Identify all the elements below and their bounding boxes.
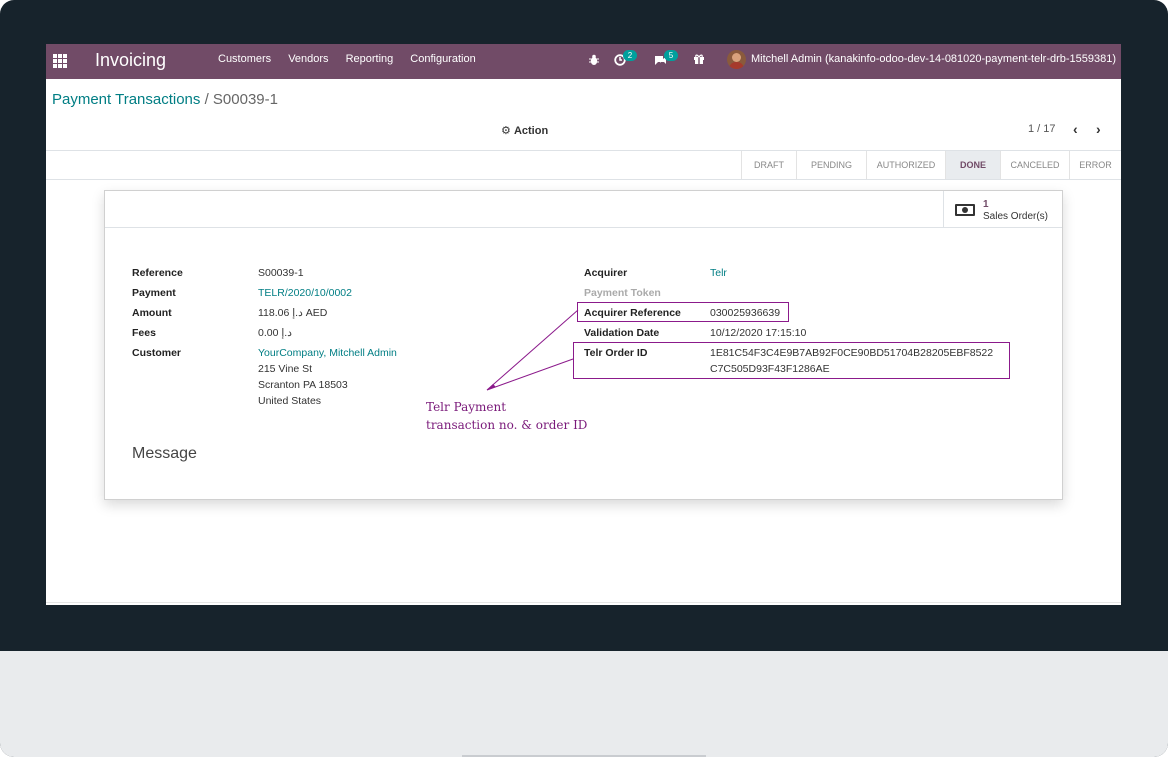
app-screen: Invoicing Customers Vendors Reporting Co… (46, 44, 1121, 605)
monitor-chin (0, 651, 1168, 757)
footer-divider (46, 602, 1121, 603)
annotation-line-1: Telr Payment (426, 400, 507, 414)
monitor-frame: Invoicing Customers Vendors Reporting Co… (0, 0, 1168, 757)
annotation-line-2: transaction no. & order ID (426, 418, 588, 432)
annotation-arrows (486, 309, 579, 391)
annotation-text: Telr Payment transaction no. & order ID (426, 398, 587, 434)
